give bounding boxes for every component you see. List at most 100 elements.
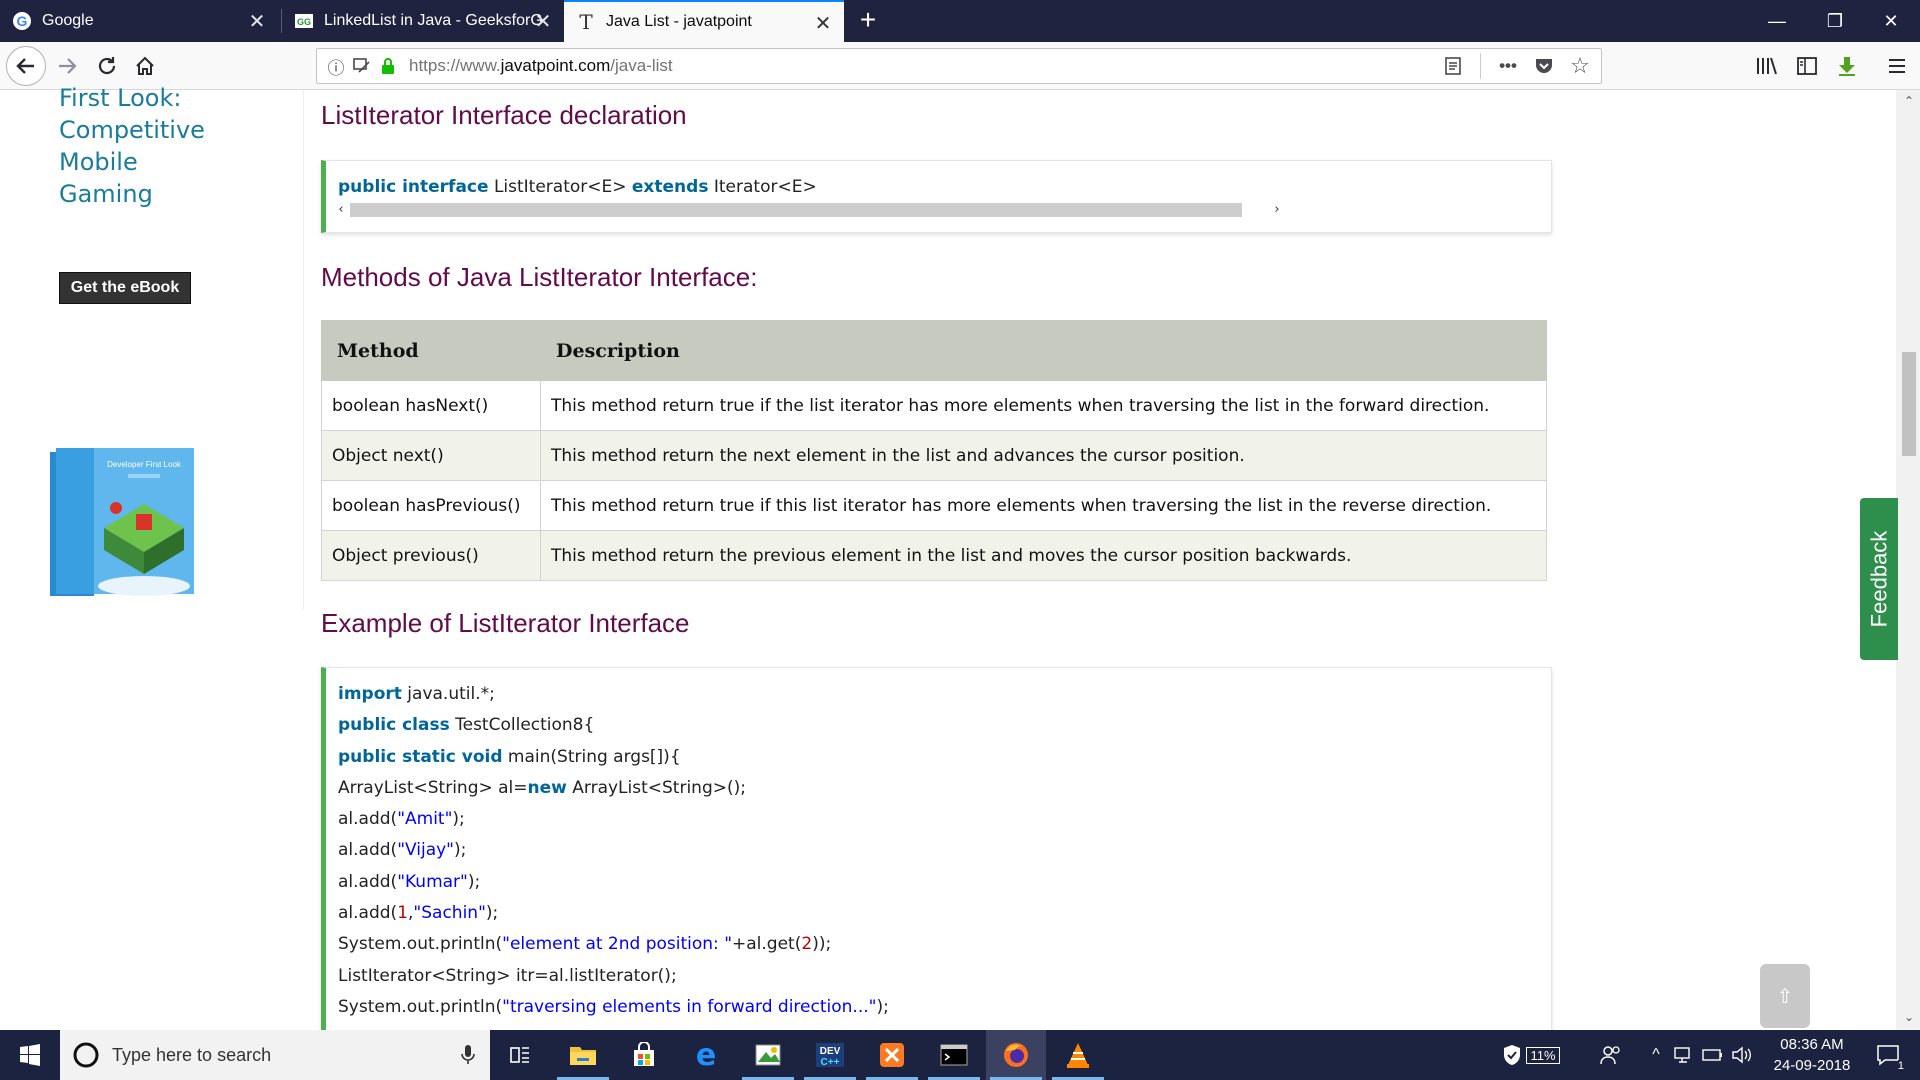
- url-path: /java-list: [610, 56, 673, 75]
- menu-icon[interactable]: [1880, 50, 1914, 82]
- feedback-tab[interactable]: Feedback: [1860, 498, 1898, 660]
- tab-geeksforgeeks[interactable]: GG LinkedList in Java - GeeksforGe ✕: [282, 0, 564, 42]
- scroll-down-icon[interactable]: ⌄: [1902, 1010, 1916, 1024]
- restore-icon[interactable]: ❐: [1806, 0, 1864, 42]
- lock-icon[interactable]: [375, 53, 401, 79]
- code-keyword: extends: [631, 177, 709, 197]
- battery-indicator[interactable]: 11%: [1496, 1030, 1566, 1080]
- edge-browser-icon[interactable]: e: [676, 1030, 736, 1080]
- tab-strip: G Google ✕ GG LinkedList in Java - Geeks…: [0, 0, 1920, 42]
- scroll-right-icon[interactable]: ›: [1270, 201, 1284, 219]
- permissions-icon[interactable]: [349, 53, 375, 79]
- home-button[interactable]: [128, 50, 162, 82]
- reload-button[interactable]: [90, 50, 124, 82]
- ebook-cover-image[interactable]: Developer First Look: [50, 448, 198, 600]
- code-text: al.add(: [338, 871, 398, 892]
- firefox-icon[interactable]: [986, 1030, 1046, 1080]
- code-line: al.add(1,"Sachin");: [326, 898, 1551, 929]
- close-window-icon[interactable]: ✕: [1862, 0, 1920, 42]
- volume-icon[interactable]: [1728, 1030, 1756, 1080]
- back-to-top-button[interactable]: ⇧: [1760, 964, 1810, 1028]
- code-text: ));: [812, 934, 832, 955]
- info-icon[interactable]: ⓘ: [323, 53, 349, 79]
- ad-title-line[interactable]: Mobile: [59, 148, 138, 176]
- code-line: import java.util.*;: [326, 679, 1551, 710]
- taskbar-search-box[interactable]: Type here to search: [60, 1030, 490, 1080]
- code-text: System.out.println(: [338, 996, 503, 1017]
- tab-title: Java List - javatpoint: [606, 13, 752, 30]
- code-string: "Kumar": [397, 871, 468, 892]
- start-button[interactable]: [0, 1030, 60, 1080]
- sidebar-toggle-icon[interactable]: [1790, 50, 1824, 82]
- windows-taskbar: Type here to search e DEV C++ 11% ^ 08:3…: [0, 1030, 1920, 1080]
- code-text: al.add(: [338, 903, 398, 924]
- horizontal-scrollbar[interactable]: ‹ ›: [334, 201, 1284, 219]
- vlc-icon[interactable]: [1048, 1030, 1108, 1080]
- back-button[interactable]: [6, 46, 46, 86]
- more-actions-icon[interactable]: •••: [1495, 53, 1521, 79]
- close-tab-icon[interactable]: ✕: [812, 12, 834, 35]
- store-icon[interactable]: [614, 1030, 674, 1080]
- network-icon[interactable]: [1670, 1030, 1698, 1080]
- method-cell: boolean hasPrevious(): [321, 480, 541, 531]
- pocket-icon[interactable]: [1531, 53, 1557, 79]
- tab-google[interactable]: G Google ✕: [0, 0, 278, 42]
- microphone-icon[interactable]: [460, 1044, 476, 1066]
- sidebar-divider: [303, 90, 304, 610]
- system-clock[interactable]: 08:36 AM 24-09-2018: [1762, 1034, 1862, 1076]
- close-tab-icon[interactable]: ✕: [246, 10, 268, 33]
- article-content: ListIterator Interface declaration publi…: [305, 90, 1875, 1030]
- code-line: System.out.println("element at 2nd posit…: [326, 929, 1551, 960]
- method-cell: boolean hasNext(): [321, 380, 541, 431]
- file-explorer-icon[interactable]: [553, 1030, 613, 1080]
- code-text: System.out.println(: [338, 934, 503, 955]
- code-text: ListIterator<E>: [488, 177, 632, 197]
- divider: [1480, 53, 1481, 79]
- close-tab-icon[interactable]: ✕: [532, 10, 554, 33]
- task-view-icon[interactable]: [490, 1030, 550, 1080]
- table-row: boolean hasPrevious() This method return…: [321, 480, 1547, 531]
- scroll-left-icon[interactable]: ‹: [334, 201, 348, 219]
- ad-title-line[interactable]: First Look:: [59, 84, 181, 112]
- tab-title: LinkedList in Java - GeeksforGe: [324, 12, 544, 29]
- svg-text:C++: C++: [821, 1057, 840, 1068]
- reader-view-icon[interactable]: [1440, 53, 1466, 79]
- section-heading-example: Example of ListIterator Interface: [321, 608, 690, 638]
- show-hidden-icons[interactable]: ^: [1644, 1030, 1668, 1080]
- ad-title-line[interactable]: Competitive: [59, 116, 205, 144]
- minimize-icon[interactable]: —: [1748, 0, 1806, 42]
- table-header-row: Method Description: [321, 320, 1547, 381]
- power-icon[interactable]: [1700, 1030, 1726, 1080]
- table-row: boolean hasNext() This method return tru…: [321, 380, 1547, 431]
- library-icon[interactable]: [1750, 50, 1784, 82]
- code-line: public static void main(String args[]){: [326, 742, 1551, 773]
- scrollbar-thumb[interactable]: [350, 203, 1242, 217]
- url-scheme: https://www.: [409, 56, 501, 75]
- declaration-code-box: public interface ListIterator<E> extends…: [321, 160, 1552, 233]
- dev-cpp-icon[interactable]: DEV C++: [800, 1030, 860, 1080]
- bookmark-star-icon[interactable]: ☆: [1567, 53, 1593, 79]
- url-text[interactable]: https://www.javatpoint.com/java-list: [409, 56, 673, 76]
- xampp-icon[interactable]: [862, 1030, 922, 1080]
- ad-title-line[interactable]: Gaming: [59, 180, 153, 208]
- address-bar[interactable]: ⓘ https://www.javatpoint.com/java-list •…: [316, 48, 1602, 84]
- command-prompt-icon[interactable]: [924, 1030, 984, 1080]
- scrollbar-thumb[interactable]: [1902, 352, 1916, 456]
- downloads-icon[interactable]: [1830, 50, 1864, 82]
- code-line: al.add("Amit");: [326, 804, 1551, 835]
- code-text: main(String args[]){: [502, 746, 681, 767]
- code-keyword: import: [338, 684, 402, 704]
- new-tab-button[interactable]: +: [852, 6, 884, 36]
- get-ebook-button[interactable]: Get the eBook: [59, 272, 191, 304]
- paint-icon[interactable]: [738, 1030, 798, 1080]
- scroll-up-icon[interactable]: ⌃: [1902, 94, 1916, 108]
- code-line: al.add("Kumar");: [326, 867, 1551, 898]
- home-icon: [136, 56, 154, 75]
- page-scrollbar[interactable]: ⌃ ⌄: [1896, 90, 1920, 1030]
- example-code-box: import java.util.*; public class TestCol…: [321, 667, 1552, 1030]
- forward-button[interactable]: [50, 50, 84, 82]
- action-center-icon[interactable]: 1: [1868, 1030, 1908, 1080]
- people-icon[interactable]: [1596, 1030, 1626, 1080]
- method-cell: Object previous(): [321, 530, 541, 581]
- tab-javatpoint[interactable]: T Java List - javatpoint ✕: [564, 0, 844, 42]
